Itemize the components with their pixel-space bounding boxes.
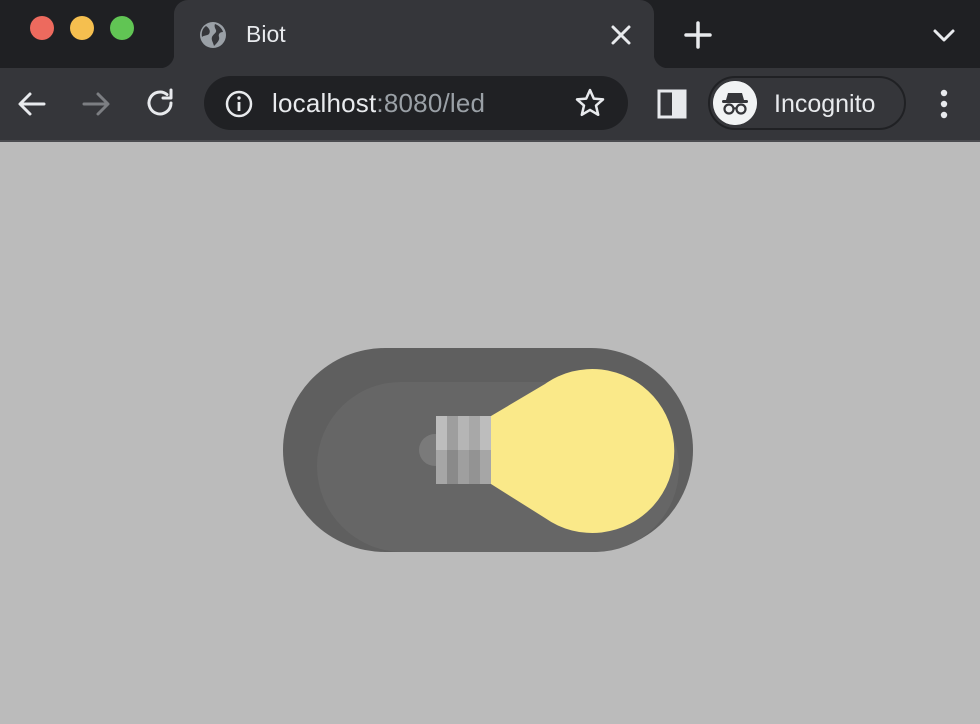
- zoom-window-button[interactable]: [110, 16, 134, 40]
- globe-icon: [200, 22, 226, 48]
- forward-icon[interactable]: [78, 86, 114, 122]
- browser-tab[interactable]: Biot: [160, 0, 668, 68]
- incognito-icon: [713, 81, 757, 125]
- reload-icon[interactable]: [142, 86, 178, 122]
- url-path: :8080/led: [376, 88, 486, 118]
- browser-toolbar: localhost:8080/led Incognito: [0, 68, 980, 140]
- back-icon[interactable]: [14, 86, 50, 122]
- bookmark-star-icon[interactable]: [574, 87, 606, 119]
- side-panel-icon[interactable]: [656, 88, 688, 120]
- incognito-profile-button[interactable]: Incognito: [708, 76, 906, 130]
- tab-title: Biot: [246, 21, 286, 47]
- close-window-button[interactable]: [30, 16, 54, 40]
- more-menu-icon[interactable]: [930, 86, 958, 122]
- profile-label: Incognito: [774, 90, 876, 118]
- new-tab-icon[interactable]: [682, 20, 714, 50]
- close-tab-icon[interactable]: [608, 22, 634, 48]
- led-toggle-switch[interactable]: [283, 348, 693, 552]
- minimize-window-button[interactable]: [70, 16, 94, 40]
- info-icon[interactable]: [224, 89, 254, 119]
- address-bar[interactable]: localhost:8080/led: [204, 76, 628, 130]
- page-content: [0, 142, 980, 724]
- chevron-down-icon[interactable]: [928, 22, 960, 48]
- bulb-base-icon: [436, 416, 491, 484]
- url-host: localhost: [272, 88, 377, 118]
- title-bar: Biot: [0, 0, 980, 68]
- url-text[interactable]: localhost:8080/led: [272, 88, 485, 118]
